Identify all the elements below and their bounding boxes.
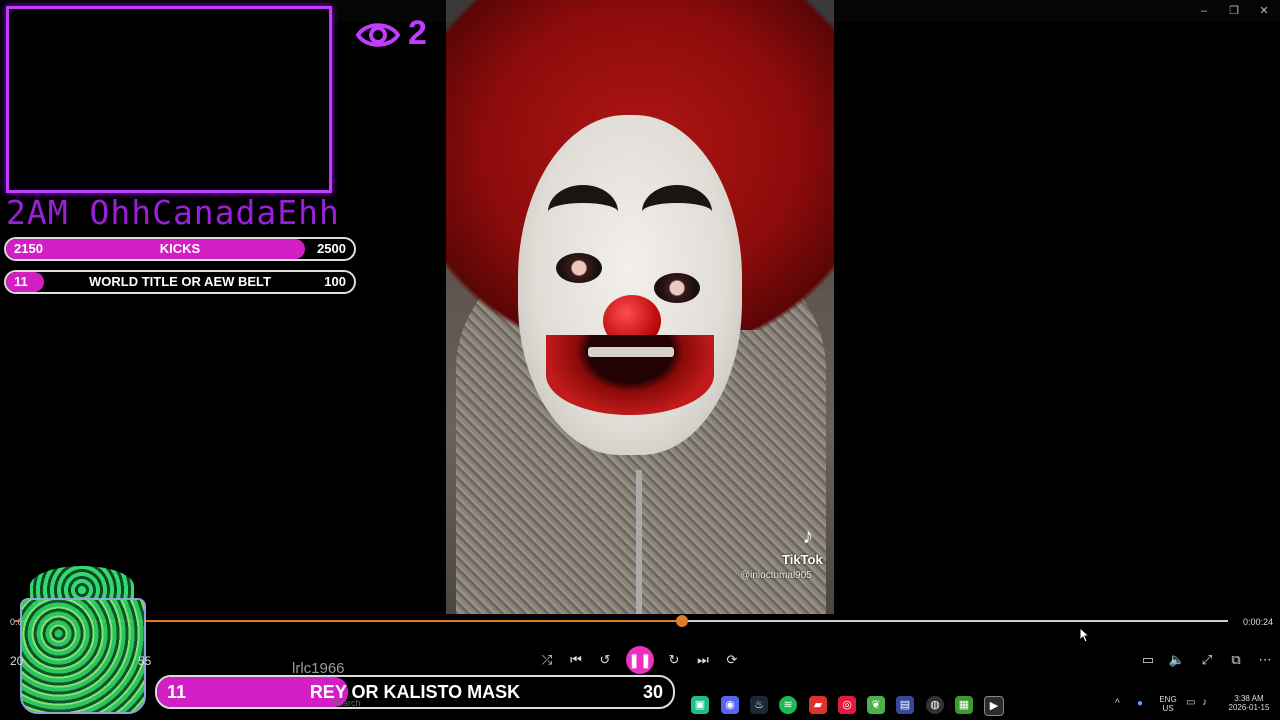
speaker-icon[interactable]: ♪ — [1202, 697, 1207, 708]
viewer-count: 2 — [408, 14, 427, 52]
tray-chevron-icon[interactable]: ^ — [1115, 698, 1120, 709]
rewind-10-icon[interactable]: ↺ — [595, 650, 615, 670]
seek-bar[interactable] — [14, 615, 1228, 627]
mouse-cursor-icon — [1079, 627, 1091, 643]
cast-icon[interactable]: ⧉ — [1226, 650, 1246, 670]
clock[interactable]: 3:38 AM 2026-01-15 — [1222, 694, 1276, 712]
app-icon-circle[interactable]: ◎ — [838, 696, 856, 714]
previous-icon[interactable]: ⏮ — [566, 650, 586, 670]
fullscreen-icon[interactable]: ⤢ — [1197, 650, 1217, 670]
hoodie-zipper — [636, 470, 642, 614]
goal-end: 100 — [324, 274, 346, 289]
more-icon[interactable]: ⋯ — [1255, 650, 1275, 670]
forward-30-icon[interactable]: ↻ — [664, 650, 684, 670]
close-button[interactable]: ✕ — [1250, 2, 1278, 20]
left-eye — [556, 253, 602, 283]
goal-label: WORLD TITLE OR AEW BELT — [89, 274, 271, 289]
clock-time: 3:38 AM — [1234, 694, 1264, 703]
region-code: US — [1162, 704, 1174, 713]
tiktok-label: TikTok — [782, 552, 823, 567]
media-player-icon[interactable]: ▶ — [984, 696, 1004, 716]
partial-text-right: 55 — [138, 654, 152, 668]
clock-date: 2026-01-15 — [1228, 703, 1270, 712]
search-box[interactable]: Search — [332, 698, 361, 708]
next-icon[interactable]: ⏭ — [693, 650, 713, 670]
partial-text-left: 20 — [10, 654, 24, 668]
shuffle-icon[interactable]: ⤮ — [537, 650, 557, 670]
obs-icon[interactable]: ◍ — [926, 696, 944, 714]
volume-icon[interactable]: 🔈 — [1167, 650, 1187, 670]
steam-icon[interactable]: ♨ — [750, 696, 768, 714]
maximize-button[interactable]: ❐ — [1220, 2, 1248, 20]
clown-face — [518, 115, 742, 455]
minimize-button[interactable]: – — [1190, 2, 1218, 20]
tiktok-icon: ♪ — [802, 523, 814, 548]
game-icon[interactable]: ▦ — [955, 696, 973, 714]
channel-name: 2AM OhhCanadaEhh — [6, 193, 340, 232]
taskbar — [0, 692, 1280, 720]
total-time: 0:00:24 — [1243, 617, 1274, 627]
eye-icon — [356, 23, 400, 47]
language-indicator[interactable]: ENG US — [1156, 695, 1180, 713]
language-code: ENG — [1159, 695, 1177, 704]
discord-icon[interactable]: ◉ — [721, 696, 739, 714]
seek-handle[interactable] — [675, 615, 688, 627]
app-icon-blue[interactable]: ▤ — [896, 696, 914, 714]
miniplayer-icon[interactable]: ▭ — [1138, 650, 1158, 670]
spotify-icon[interactable]: ≋ — [779, 696, 797, 714]
goal-bar-kicks: 2150 KICKS 2500 — [4, 237, 356, 261]
clown-teeth — [588, 347, 674, 357]
app-icon-red[interactable]: ▰ — [809, 696, 827, 714]
goal-label: KICKS — [159, 241, 201, 256]
repeat-off-icon[interactable]: ⟳ — [722, 650, 742, 670]
goal-end: 2500 — [317, 241, 346, 256]
pause-icon: ❚❚ — [628, 652, 652, 668]
goal-bar-world-title: 11 WORLD TITLE OR AEW BELT 100 — [4, 270, 356, 294]
video-frame[interactable]: ♪ TikTok @inioctumal905 — [446, 0, 834, 614]
microphone-icon[interactable]: ● — [1137, 698, 1143, 709]
app-icon-leaf[interactable]: ❦ — [867, 696, 885, 714]
left-brow — [548, 185, 618, 239]
app-icon-1[interactable]: ▣ — [691, 696, 709, 714]
pause-button[interactable]: ❚❚ — [626, 646, 654, 674]
tiktok-username: @inioctumal905 — [740, 570, 812, 581]
right-eye — [654, 273, 700, 303]
webcam-frame — [6, 6, 332, 193]
right-brow — [642, 185, 712, 239]
network-icon[interactable]: ▭ — [1186, 697, 1195, 708]
